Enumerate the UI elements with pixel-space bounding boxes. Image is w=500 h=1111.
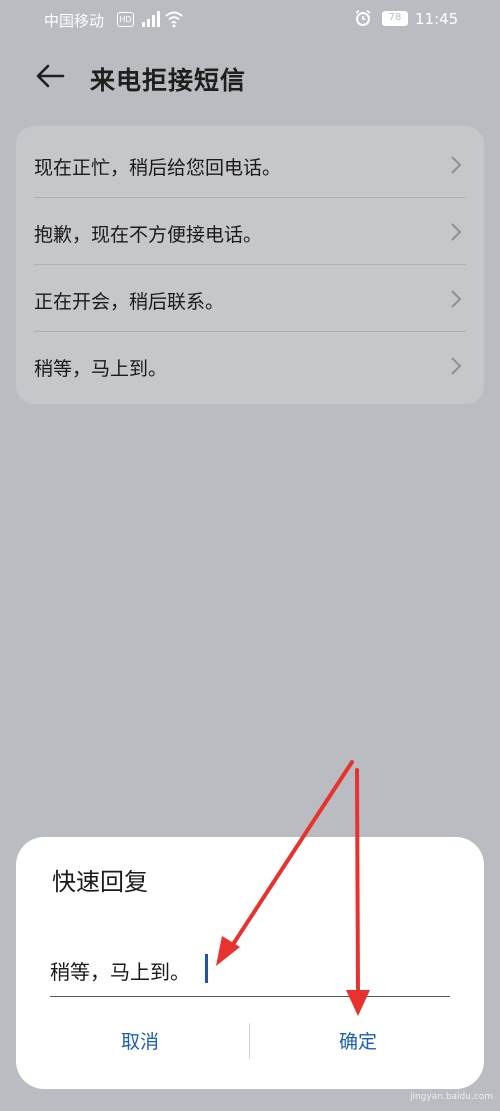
- chevron-right-icon: [451, 156, 462, 174]
- reply-item[interactable]: 现在正忙，稍后给您回电话。: [34, 131, 466, 197]
- reply-item-label: 稍等，马上到。: [34, 358, 168, 380]
- status-bar: 中国移动 HD 78 11:45: [0, 0, 500, 40]
- battery-icon: 78: [382, 11, 408, 26]
- confirm-button[interactable]: 确定: [258, 1022, 458, 1062]
- text-caret: [205, 954, 208, 983]
- alarm-icon: [355, 9, 371, 26]
- dialog-title: 快速回复: [52, 868, 148, 896]
- button-divider: [249, 1023, 250, 1059]
- reply-item[interactable]: 正在开会，稍后联系。: [34, 265, 466, 331]
- quick-reply-dialog: 快速回复 稍等，马上到。 取消 确定: [16, 837, 484, 1089]
- reply-list: 现在正忙，稍后给您回电话。 抱歉，现在不方便接电话。 正在开会，稍后联系。 稍等…: [16, 126, 484, 404]
- reply-input-value: 稍等，马上到。: [50, 960, 190, 984]
- watermark-url: jingyan.baidu.com: [410, 1092, 494, 1102]
- wifi-icon: [165, 11, 183, 28]
- watermark-logo: Bai经验: [368, 1064, 444, 1088]
- reply-item-label: 抱歉，现在不方便接电话。: [34, 224, 263, 246]
- signal-icon: [142, 11, 160, 27]
- chevron-right-icon: [451, 223, 462, 241]
- reply-item[interactable]: 抱歉，现在不方便接电话。: [34, 198, 466, 264]
- reply-item-label: 现在正忙，稍后给您回电话。: [34, 157, 282, 179]
- hd-badge: HD: [117, 12, 134, 27]
- cancel-button[interactable]: 取消: [40, 1022, 240, 1062]
- chevron-right-icon: [451, 290, 462, 308]
- back-arrow-icon[interactable]: [30, 58, 70, 98]
- reply-item-label: 正在开会，稍后联系。: [34, 291, 225, 313]
- chevron-right-icon: [451, 357, 462, 375]
- clock: 11:45: [415, 10, 459, 28]
- reply-input[interactable]: 稍等，马上到。: [50, 949, 450, 997]
- carrier-name: 中国移动: [44, 12, 105, 30]
- page-title: 来电拒接短信: [90, 66, 247, 95]
- reply-item[interactable]: 稍等，马上到。: [34, 332, 466, 398]
